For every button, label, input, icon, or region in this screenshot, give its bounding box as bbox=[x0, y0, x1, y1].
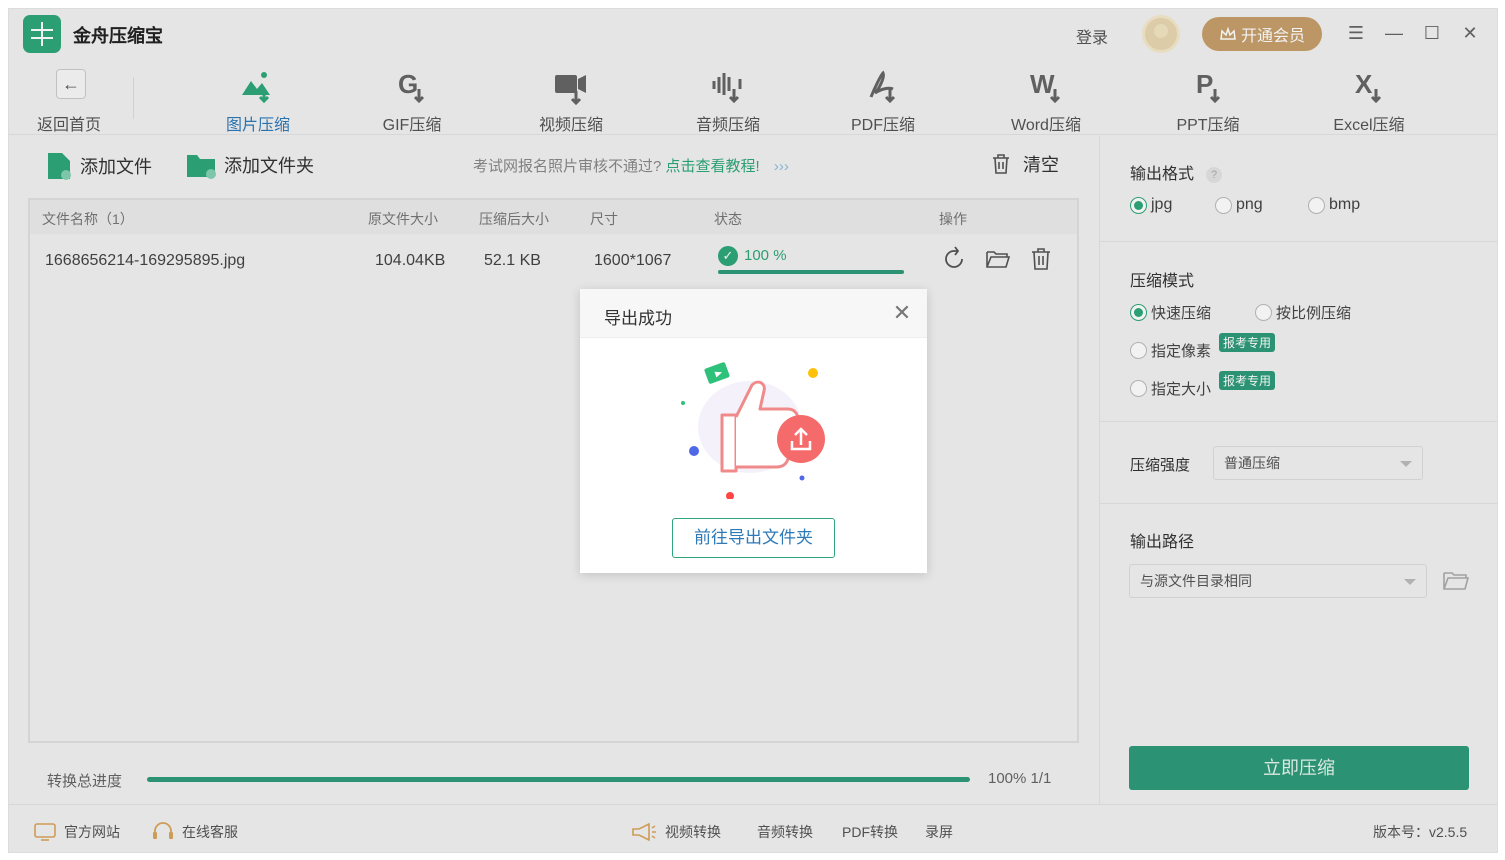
app-window: 金舟压缩宝 登录 开通会员 ☰ — ☐ ✕ ← 返回首页 图片压缩 G GIF压… bbox=[8, 8, 1498, 853]
export-success-dialog: 导出成功 ✕ 前往导出文件夹 bbox=[580, 289, 927, 573]
dialog-title: 导出成功 bbox=[604, 309, 672, 328]
close-icon[interactable]: ✕ bbox=[891, 302, 913, 324]
thumbs-up-illustration bbox=[681, 362, 825, 499]
open-export-folder-button[interactable]: 前往导出文件夹 bbox=[672, 518, 835, 558]
dialog-header: 导出成功 ✕ bbox=[580, 289, 927, 338]
